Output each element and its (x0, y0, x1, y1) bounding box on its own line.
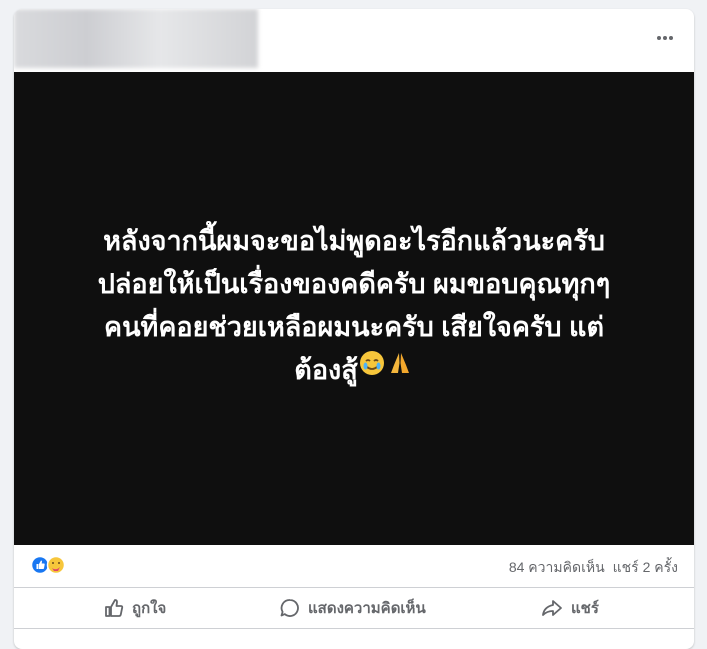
post-text-line: ต้องสู้ (294, 354, 358, 385)
comment-bubble-icon (280, 599, 299, 617)
post-text: หลังจากนี้ผมจะขอไม่พูดอะไรอีกแล้วนะครับ … (44, 220, 664, 392)
more-options-icon[interactable] (654, 27, 676, 49)
like-reaction-icon (30, 555, 50, 575)
post-actions: ถูกใจ แสดงความคิดเห็น แชร์ (14, 588, 694, 629)
blurred-author-info (14, 9, 258, 68)
comment-button[interactable]: แสดงความคิดเห็น (280, 588, 426, 628)
care-reaction-icon (46, 555, 66, 575)
post-image[interactable]: หลังจากนี้ผมจะขอไม่พูดอะไรอีกแล้วนะครับ … (14, 72, 694, 545)
post-text-line: คนที่คอยช่วยเหลือผมนะครับ เสียใจครับ แต่ (104, 311, 604, 342)
like-label: ถูกใจ (132, 600, 167, 617)
like-button[interactable]: ถูกใจ (104, 588, 166, 628)
post-card: หลังจากนี้ผมจะขอไม่พูดอะไรอีกแล้วนะครับ … (14, 9, 694, 649)
share-label: แชร์ (571, 600, 599, 617)
share-arrow-icon (542, 600, 562, 616)
share-button[interactable]: แชร์ (541, 588, 599, 628)
post-text-line: ปล่อยให้เป็นเรื่องของคดีครับ ผมขอบคุณทุก… (97, 268, 611, 299)
post-text-line-last: ต้องสู้ (44, 349, 664, 392)
shares-count[interactable]: แชร์ 2 ครั้ง (613, 557, 678, 579)
comments-count[interactable]: 84 ความคิดเห็น (509, 557, 605, 579)
reactions-bar: 84 ความคิดเห็น แชร์ 2 ครั้ง (14, 545, 694, 588)
post-text-line: หลังจากนี้ผมจะขอไม่พูดอะไรอีกแล้วนะครับ (103, 225, 605, 256)
folded-hands-emoji-icon (386, 347, 414, 390)
crying-smile-emoji-icon (358, 347, 386, 390)
thumbs-up-icon (105, 599, 124, 617)
post-header (14, 9, 694, 72)
comment-label: แสดงความคิดเห็น (308, 600, 426, 617)
engagement-counts: 84 ความคิดเห็น แชร์ 2 ครั้ง (509, 557, 678, 579)
reaction-icons[interactable] (30, 555, 71, 575)
